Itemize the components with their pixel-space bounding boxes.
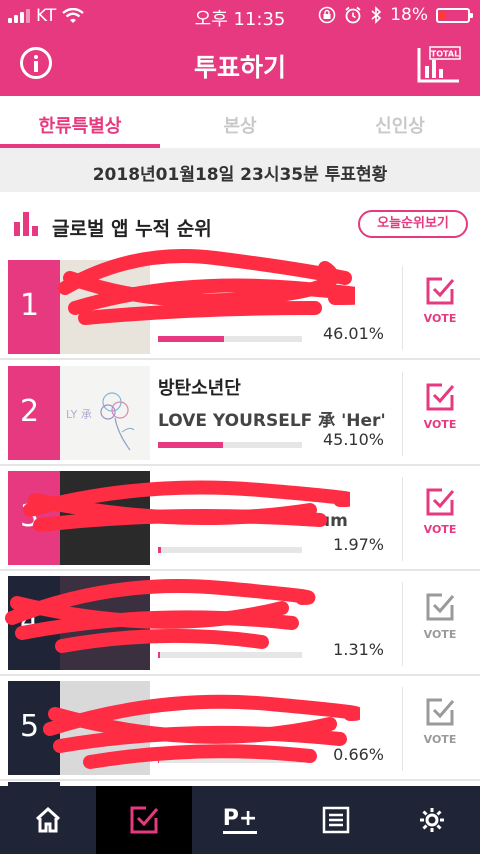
vote-share-bar [158, 547, 302, 553]
nav-home[interactable] [0, 786, 96, 854]
total-ranking-button[interactable]: TOTAL [416, 44, 462, 84]
p-plus-icon: P+ [222, 806, 258, 834]
vote-label: VOTE [423, 523, 457, 536]
divider [402, 582, 403, 666]
rank-number: 2 [8, 366, 60, 460]
tab-rookie-award[interactable]: 신인상 [320, 96, 480, 148]
album-art-flower: LY 承 [66, 392, 135, 451]
section-header: 글로벌 앱 누적 순위 오늘순위보기 [0, 202, 480, 246]
vote-check-icon [426, 593, 455, 621]
vote-label: VOTE [423, 628, 457, 641]
bottom-navigation: P+ [0, 786, 480, 854]
vote-share-bar [158, 757, 302, 763]
gear-icon [420, 808, 444, 832]
divider [402, 266, 403, 350]
page-title: 투표하기 [193, 53, 286, 82]
vote-button[interactable]: VOTE [410, 276, 470, 336]
vote-check-icon [426, 698, 455, 726]
vote-percent: 1.97% [333, 535, 384, 554]
total-chart-icon: TOTAL [417, 46, 461, 83]
artist-name: 방탄소년단 [158, 378, 241, 399]
home-icon [35, 806, 61, 833]
vote-check-icon [426, 488, 455, 516]
rank-number: 4 [8, 576, 60, 670]
ranking-row: 3 um 1.97% VOTE [0, 467, 480, 571]
vote-percent: 0.66% [333, 745, 384, 764]
vote-button[interactable]: VOTE [410, 697, 470, 757]
ranking-row: 2 LY 承 방탄소년단 LOVE YOURSELF 承 'Her' 45.10… [0, 362, 480, 466]
album-thumbnail [60, 576, 150, 670]
list-icon [322, 806, 350, 834]
divider [402, 372, 403, 456]
vote-share-fill [158, 442, 223, 448]
vote-label: VOTE [423, 418, 457, 431]
tab-hallyu-special[interactable]: 한류특별상 [0, 96, 160, 148]
vote-status-date: 2018년01월18일 23시35분 투표현황 [0, 148, 480, 192]
alarm-icon [345, 6, 361, 24]
album-thumbnail: LY 承 [60, 366, 150, 460]
vote-check-icon [130, 806, 159, 834]
ranking-row: 1 46.01% VOTE [0, 256, 480, 360]
vote-percent: 46.01% [322, 324, 384, 343]
vote-button[interactable]: VOTE [410, 382, 470, 442]
vote-share-bar [158, 336, 302, 342]
section-title: 글로벌 앱 누적 순위 [52, 218, 212, 240]
vote-share-bar [158, 652, 302, 658]
bluetooth-icon [371, 6, 382, 24]
rank-number: 1 [8, 260, 60, 354]
vote-check-icon [426, 277, 455, 305]
status-right: 18% [318, 5, 473, 25]
album-title: LOVE YOURSELF 承 'Her' [158, 411, 386, 431]
album-thumbnail [60, 260, 150, 354]
vote-percent: 45.10% [322, 430, 384, 449]
divider [402, 477, 403, 561]
nav-settings[interactable] [384, 786, 480, 854]
vote-share-fill [158, 652, 160, 658]
today-ranking-button[interactable]: 오늘순위보기 [358, 210, 468, 238]
vote-percent: 1.31% [333, 640, 384, 659]
vote-share-fill [158, 547, 161, 553]
album-art-text: LY 承 [66, 408, 92, 421]
ranking-row: 4 1.31% VOTE [0, 572, 480, 676]
rank-number: 3 [8, 471, 60, 565]
vote-label: VOTE [423, 733, 457, 746]
app-header: 투표하기 TOTAL [0, 32, 480, 96]
award-tabs: 한류특별상 본상 신인상 [0, 96, 480, 148]
nav-list[interactable] [288, 786, 384, 854]
rank-number: 5 [8, 681, 60, 775]
vote-share-bar [158, 442, 302, 448]
album-thumbnail [60, 471, 150, 565]
album-thumbnail [60, 681, 150, 775]
vote-button[interactable]: VOTE [410, 487, 470, 547]
battery-icon [436, 7, 473, 23]
rotation-lock-icon [318, 6, 336, 24]
vote-label: VOTE [423, 312, 457, 325]
nav-plus[interactable]: P+ [192, 786, 288, 854]
vote-share-fill [158, 336, 225, 342]
vote-check-icon [426, 383, 455, 411]
battery-percent: 18% [390, 5, 428, 25]
status-bar: KT 오후 11:35 18% [0, 0, 480, 32]
bar-chart-icon [14, 212, 40, 236]
divider [402, 687, 403, 771]
nav-vote[interactable] [96, 786, 192, 854]
total-label: TOTAL [431, 50, 459, 59]
vote-share-fill [158, 757, 159, 763]
tab-main-award[interactable]: 본상 [160, 96, 320, 148]
album-title: um [318, 511, 348, 531]
vote-button[interactable]: VOTE [410, 592, 470, 652]
ranking-row: 5 0.66% VOTE [0, 677, 480, 781]
